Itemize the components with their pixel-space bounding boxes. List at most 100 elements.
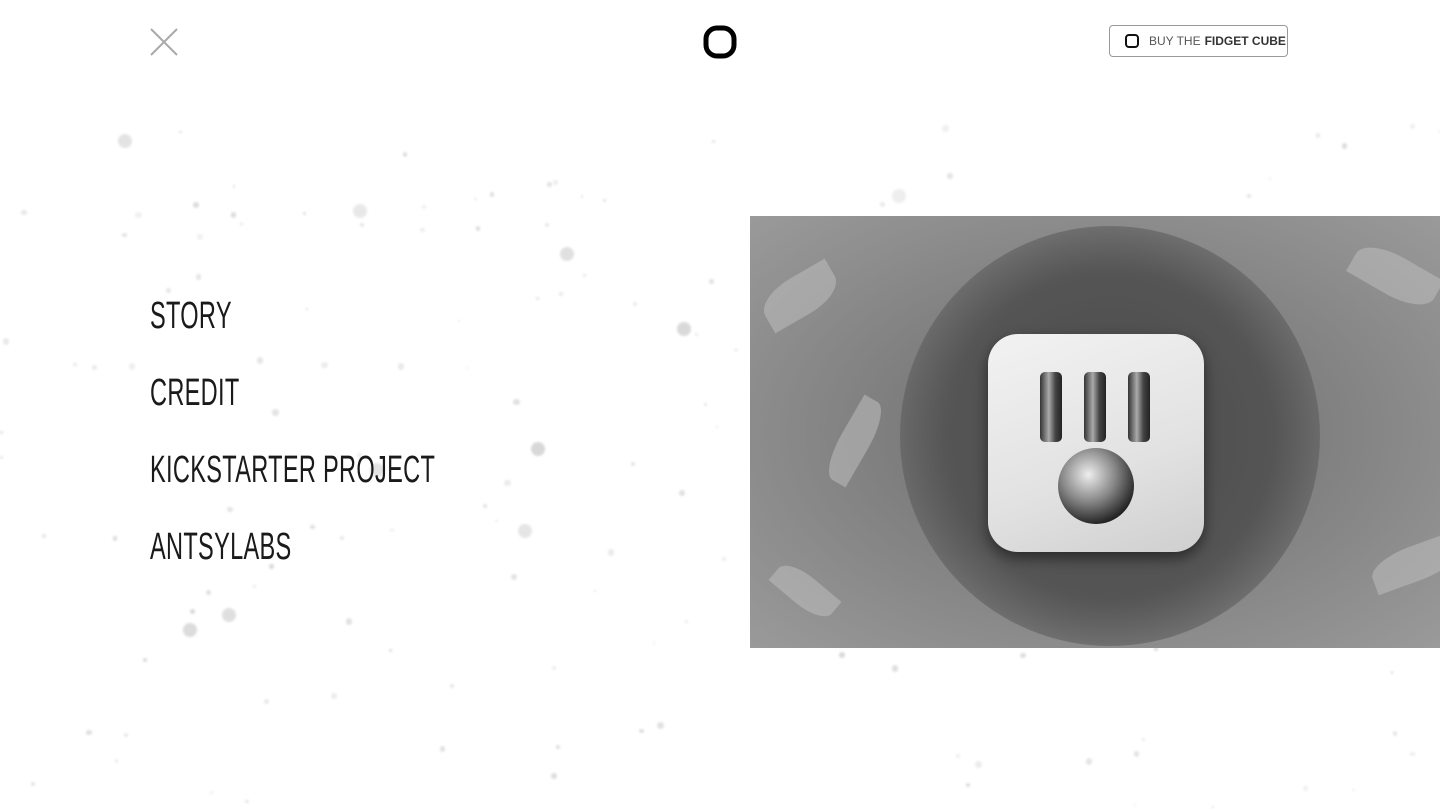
cube-icon	[1125, 34, 1139, 48]
particle	[112, 536, 118, 541]
particle	[330, 693, 338, 700]
particle	[193, 202, 200, 209]
buy-product: FIDGET CUBE	[1204, 34, 1286, 48]
particle	[678, 489, 685, 496]
particle	[303, 212, 306, 215]
particle	[1302, 786, 1308, 791]
particle	[421, 205, 426, 210]
particle	[734, 348, 739, 353]
particle	[891, 665, 899, 672]
particle	[196, 233, 203, 240]
particle	[128, 363, 136, 371]
particle	[166, 288, 172, 294]
particle	[695, 333, 699, 336]
particle	[135, 212, 142, 219]
particle	[677, 321, 692, 336]
particle	[179, 130, 182, 134]
particle	[974, 761, 982, 769]
particle	[31, 782, 35, 786]
particle	[892, 188, 907, 203]
particle	[117, 134, 132, 149]
particle	[353, 204, 368, 219]
close-menu-button[interactable]	[150, 28, 178, 56]
particle	[547, 182, 552, 187]
particle	[1133, 751, 1140, 757]
particle	[631, 462, 635, 466]
particle	[239, 222, 243, 226]
particle	[1391, 671, 1394, 674]
buy-prefix: BUY THE	[1149, 34, 1201, 48]
particle	[389, 648, 392, 652]
particle	[92, 365, 97, 370]
particle	[21, 209, 27, 216]
particle	[245, 800, 249, 804]
logo[interactable]	[703, 25, 737, 59]
menu-item-story[interactable]: STORY	[150, 296, 435, 373]
particle	[124, 732, 129, 738]
particle	[703, 402, 707, 406]
particle	[1410, 751, 1415, 757]
particle	[195, 274, 202, 280]
particle	[552, 665, 557, 670]
particle	[122, 232, 128, 238]
close-icon	[150, 28, 178, 56]
particle	[0, 430, 4, 435]
particle	[839, 651, 845, 658]
menu-item-credit[interactable]: CREDIT	[150, 373, 435, 450]
particle	[1352, 789, 1355, 792]
particle	[708, 278, 715, 285]
particle	[1315, 133, 1321, 139]
particle	[657, 721, 664, 729]
particle	[583, 274, 586, 277]
particle	[0, 456, 3, 459]
buy-fidget-cube-button[interactable]: BUY THE FIDGET CUBE	[1109, 25, 1288, 57]
menu-item-kickstarter-project[interactable]: KICKSTARTER PROJECT	[150, 450, 435, 527]
main-menu: STORY CREDIT KICKSTARTER PROJECT ANTSYLA…	[150, 296, 610, 604]
particle	[715, 425, 718, 428]
particle	[603, 199, 606, 202]
particle	[230, 212, 237, 218]
particle	[183, 622, 198, 637]
particle	[209, 790, 213, 795]
particle	[965, 782, 970, 788]
fidget-cube-photo	[750, 216, 1440, 648]
particle	[1392, 731, 1397, 736]
particle	[946, 172, 953, 179]
particle	[222, 607, 237, 622]
particle	[550, 772, 558, 780]
particle	[439, 746, 446, 752]
particle	[685, 620, 688, 624]
particle	[1409, 123, 1416, 130]
particle	[553, 180, 559, 186]
particle	[2, 337, 10, 345]
particle	[402, 152, 408, 157]
particle	[420, 227, 426, 233]
particle	[712, 140, 715, 143]
particle	[560, 246, 575, 261]
particle	[652, 642, 656, 645]
fidget-cube	[988, 334, 1204, 552]
logo-icon	[703, 25, 737, 59]
particle	[639, 728, 644, 734]
particle	[721, 556, 726, 561]
particle	[42, 534, 46, 538]
particle	[449, 683, 454, 688]
particle	[1085, 757, 1093, 765]
particle	[86, 729, 92, 736]
particle	[1020, 652, 1026, 658]
particle	[544, 222, 549, 227]
particle	[1211, 806, 1214, 809]
particle	[1133, 803, 1137, 807]
particle	[359, 222, 365, 228]
particle	[956, 754, 960, 758]
particle	[263, 699, 269, 705]
particle	[473, 197, 477, 201]
particle	[1341, 143, 1348, 149]
particle	[142, 657, 148, 663]
particle	[475, 225, 481, 231]
particle	[1268, 177, 1272, 180]
particle	[1246, 193, 1251, 199]
particle	[942, 125, 949, 132]
menu-item-antsylabs[interactable]: ANTSYLABS	[150, 527, 435, 604]
particle	[580, 195, 584, 198]
